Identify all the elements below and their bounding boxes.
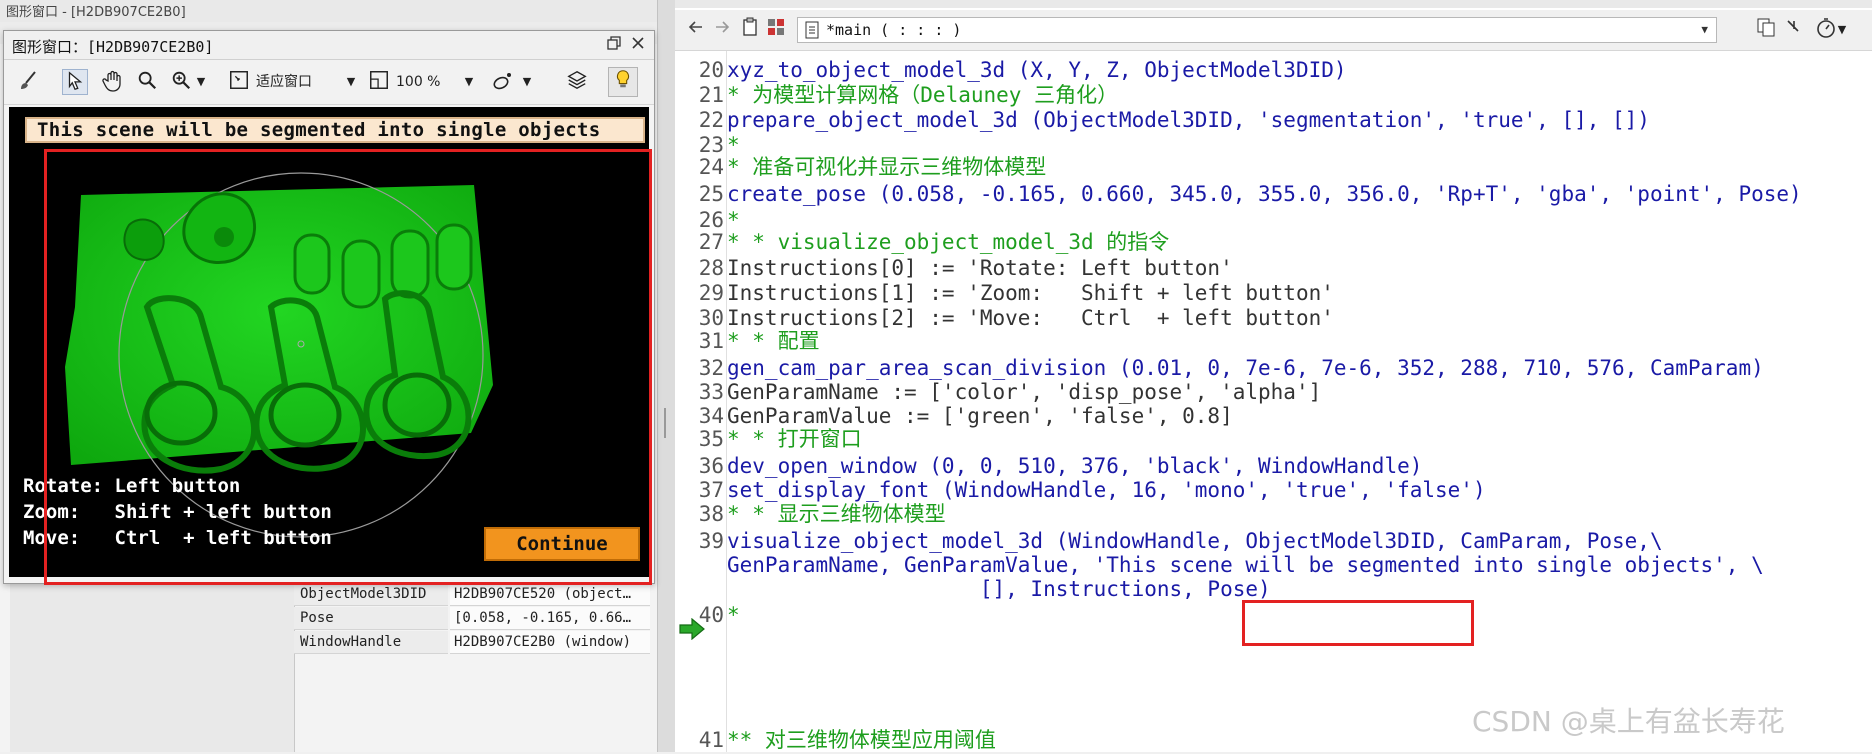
zoom-in-icon[interactable] <box>168 69 194 95</box>
code-line[interactable]: Instructions[0] := 'Rotate: Left button' <box>727 254 1233 282</box>
procedure-select[interactable]: *main ( : : : ) ▼ <box>797 17 1717 43</box>
variable-row[interactable]: WindowHandle H2DB907CE2B0 (window) <box>294 631 650 655</box>
line-number: 39 <box>698 529 724 553</box>
line-number: 24 <box>698 155 724 179</box>
line-number: 27 <box>698 230 724 254</box>
zoom-dropdown-chevron-icon[interactable]: ▼ <box>194 69 208 95</box>
grid-icon[interactable] <box>763 17 789 43</box>
left-panel <box>10 580 295 752</box>
editor-titlebar <box>675 0 1872 8</box>
line-number: 25 <box>698 182 724 206</box>
instruction-text: Move: Ctrl + left button <box>23 527 332 549</box>
instruction-text: Zoom: Shift + left button <box>23 501 332 523</box>
fit-window-dropdown[interactable]: 适应窗口 <box>256 70 312 94</box>
breakpoint-icon[interactable] <box>1781 17 1807 43</box>
line-number: 38 <box>698 502 724 526</box>
code-line[interactable]: * 为模型计算网格（Delauney 三角化） <box>727 81 1118 109</box>
back-arrow-icon[interactable] <box>683 17 709 43</box>
timer-chevron-icon[interactable]: ▼ <box>1835 17 1849 43</box>
variable-name: ObjectModel3DID <box>294 583 448 606</box>
select-pointer-icon[interactable] <box>62 69 88 95</box>
forward-arrow-icon[interactable] <box>709 17 735 43</box>
variable-value: H2DB907CE2B0 (window) <box>450 631 650 654</box>
graphics-canvas[interactable]: This scene will be segmented into single… <box>9 107 649 577</box>
lightbulb-icon[interactable] <box>608 67 638 97</box>
chevron-down-icon: ▼ <box>1701 23 1708 36</box>
fit-window-icon[interactable] <box>226 69 252 95</box>
zoom-level-chevron-icon[interactable]: ▼ <box>462 69 476 95</box>
graphics-window-titlebar[interactable]: 图形窗口：[H2DB907CE2B0] <box>4 31 654 60</box>
line-number: 21 <box>698 83 724 107</box>
variable-row[interactable]: Pose [0.058, -0.165, 0.66… <box>294 607 650 631</box>
zoom-level-dropdown[interactable]: 100 % <box>396 70 440 94</box>
draw-mode-chevron-icon[interactable]: ▼ <box>520 69 534 95</box>
variable-name: Pose <box>294 607 448 630</box>
background-title: 图形窗口 - [H2DB907CE2B0] <box>6 5 186 20</box>
continue-button[interactable]: Continue <box>484 527 640 561</box>
magnifier-icon[interactable] <box>134 69 160 95</box>
line-number: 28 <box>698 256 724 280</box>
code-line[interactable]: create_pose (0.058, -0.165, 0.660, 345.0… <box>727 180 1802 208</box>
code-line[interactable]: [], Instructions, Pose) <box>727 575 1271 603</box>
clear-brush-icon[interactable] <box>16 69 42 95</box>
copy-icon[interactable] <box>1753 17 1779 43</box>
pane-splitter[interactable] <box>657 0 677 752</box>
code-line[interactable]: * * visualize_object_model_3d 的指令 <box>727 228 1169 256</box>
code-line[interactable]: ** 对三维物体模型应用阈值 <box>727 726 996 754</box>
variable-value: H2DB907CE520 (object… <box>450 583 650 606</box>
code-line[interactable]: * * 显示三维物体模型 <box>727 500 946 528</box>
draw-mode-icon[interactable] <box>490 69 516 95</box>
fit-window-label: 适应窗口 <box>256 74 312 90</box>
code-lines: 20 xyz_to_object_model_3d (X, Y, Z, Obje… <box>675 56 1872 752</box>
background-titlebar: 图形窗口 - [H2DB907CE2B0] <box>0 0 660 23</box>
zoom-level-label: 100 % <box>396 74 441 90</box>
code-line[interactable]: Instructions[1] := 'Zoom: Shift + left b… <box>727 279 1334 307</box>
zoom-level-icon[interactable] <box>366 69 392 95</box>
line-number: 31 <box>698 329 724 353</box>
procedure-name: *main ( : : : ) <box>826 21 962 39</box>
pan-hand-icon[interactable] <box>100 69 126 95</box>
code-line[interactable]: prepare_object_model_3d (ObjectModel3DID… <box>727 106 1650 134</box>
layers-icon[interactable] <box>564 69 590 95</box>
program-counter-arrow-icon <box>679 618 705 640</box>
line-number: 29 <box>698 281 724 305</box>
splitter-handle-icon <box>664 408 666 438</box>
variable-value: [0.058, -0.165, 0.66… <box>450 607 650 630</box>
code-line[interactable]: xyz_to_object_model_3d (X, Y, Z, ObjectM… <box>727 56 1347 84</box>
graphics-toolbar: ▼ 适应窗口 ▼ 100 % ▼ ▼ <box>4 60 654 105</box>
code-line[interactable]: * * 配置 <box>727 327 820 355</box>
code-line[interactable]: * <box>727 601 740 629</box>
line-number: 22 <box>698 108 724 132</box>
editor-toolbar: *main ( : : : ) ▼ ▼ <box>675 10 1872 51</box>
line-number: 20 <box>698 58 724 82</box>
watermark: CSDN @桌上有盆长寿花 <box>1472 705 1785 738</box>
variable-row[interactable]: ObjectModel3DID H2DB907CE520 (object… <box>294 583 650 607</box>
code-line[interactable]: * 准备可视化并显示三维物体模型 <box>727 153 1046 181</box>
restore-icon[interactable] <box>604 35 624 55</box>
graphics-window-title: 图形窗口：[H2DB907CE2B0] <box>12 38 214 56</box>
instruction-text: Rotate: Left button <box>23 475 241 497</box>
variable-name: WindowHandle <box>294 631 448 654</box>
close-icon[interactable] <box>628 35 648 55</box>
scene-message-banner: This scene will be segmented into single… <box>25 117 645 143</box>
line-number: 41 <box>698 728 724 752</box>
procedure-icon <box>805 21 819 39</box>
graphics-window: 图形窗口：[H2DB907CE2B0] ▼ 适应窗口 ▼ 100 % ▼ ▼ T… <box>3 30 655 584</box>
line-number: 35 <box>698 427 724 451</box>
code-line[interactable]: * * 打开窗口 <box>727 425 862 453</box>
clipboard-icon[interactable] <box>737 17 763 43</box>
fit-dropdown-chevron-icon[interactable]: ▼ <box>344 69 358 95</box>
